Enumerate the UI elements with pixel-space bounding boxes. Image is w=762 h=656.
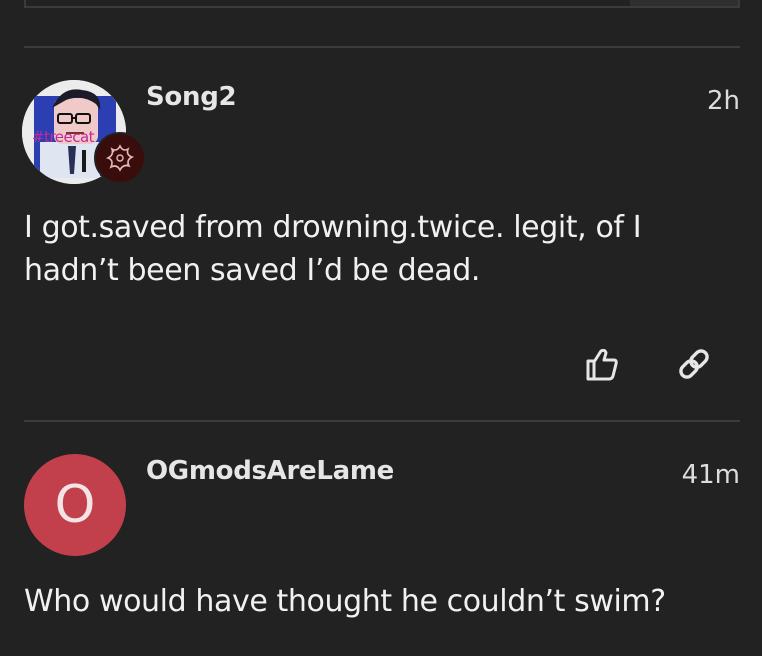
avatar[interactable]: O (24, 454, 126, 556)
previous-post-footer-button[interactable] (630, 0, 738, 6)
avatar-letter: O (54, 475, 96, 535)
avatar[interactable]: #treecat (22, 80, 146, 184)
post-username[interactable]: Song2 (146, 82, 237, 112)
divider (24, 46, 740, 48)
post-body: Who would have thought he couldn’t swim? (24, 584, 666, 619)
avatar-overlay-text: #treecat (32, 128, 95, 146)
link-icon[interactable] (672, 342, 716, 386)
post-body: I got.saved from drowning.twice. legit, … (24, 210, 642, 288)
like-icon[interactable] (580, 342, 624, 386)
thread-view: #treecat Song2 2h I got.saved from drown… (0, 0, 762, 656)
splat-flower-icon (94, 132, 146, 184)
divider (24, 420, 740, 422)
previous-post-footer (24, 0, 740, 8)
post-timestamp[interactable]: 2h (707, 86, 740, 116)
post-username[interactable]: OGmodsAreLame (146, 456, 394, 486)
post-timestamp[interactable]: 41m (682, 460, 740, 490)
